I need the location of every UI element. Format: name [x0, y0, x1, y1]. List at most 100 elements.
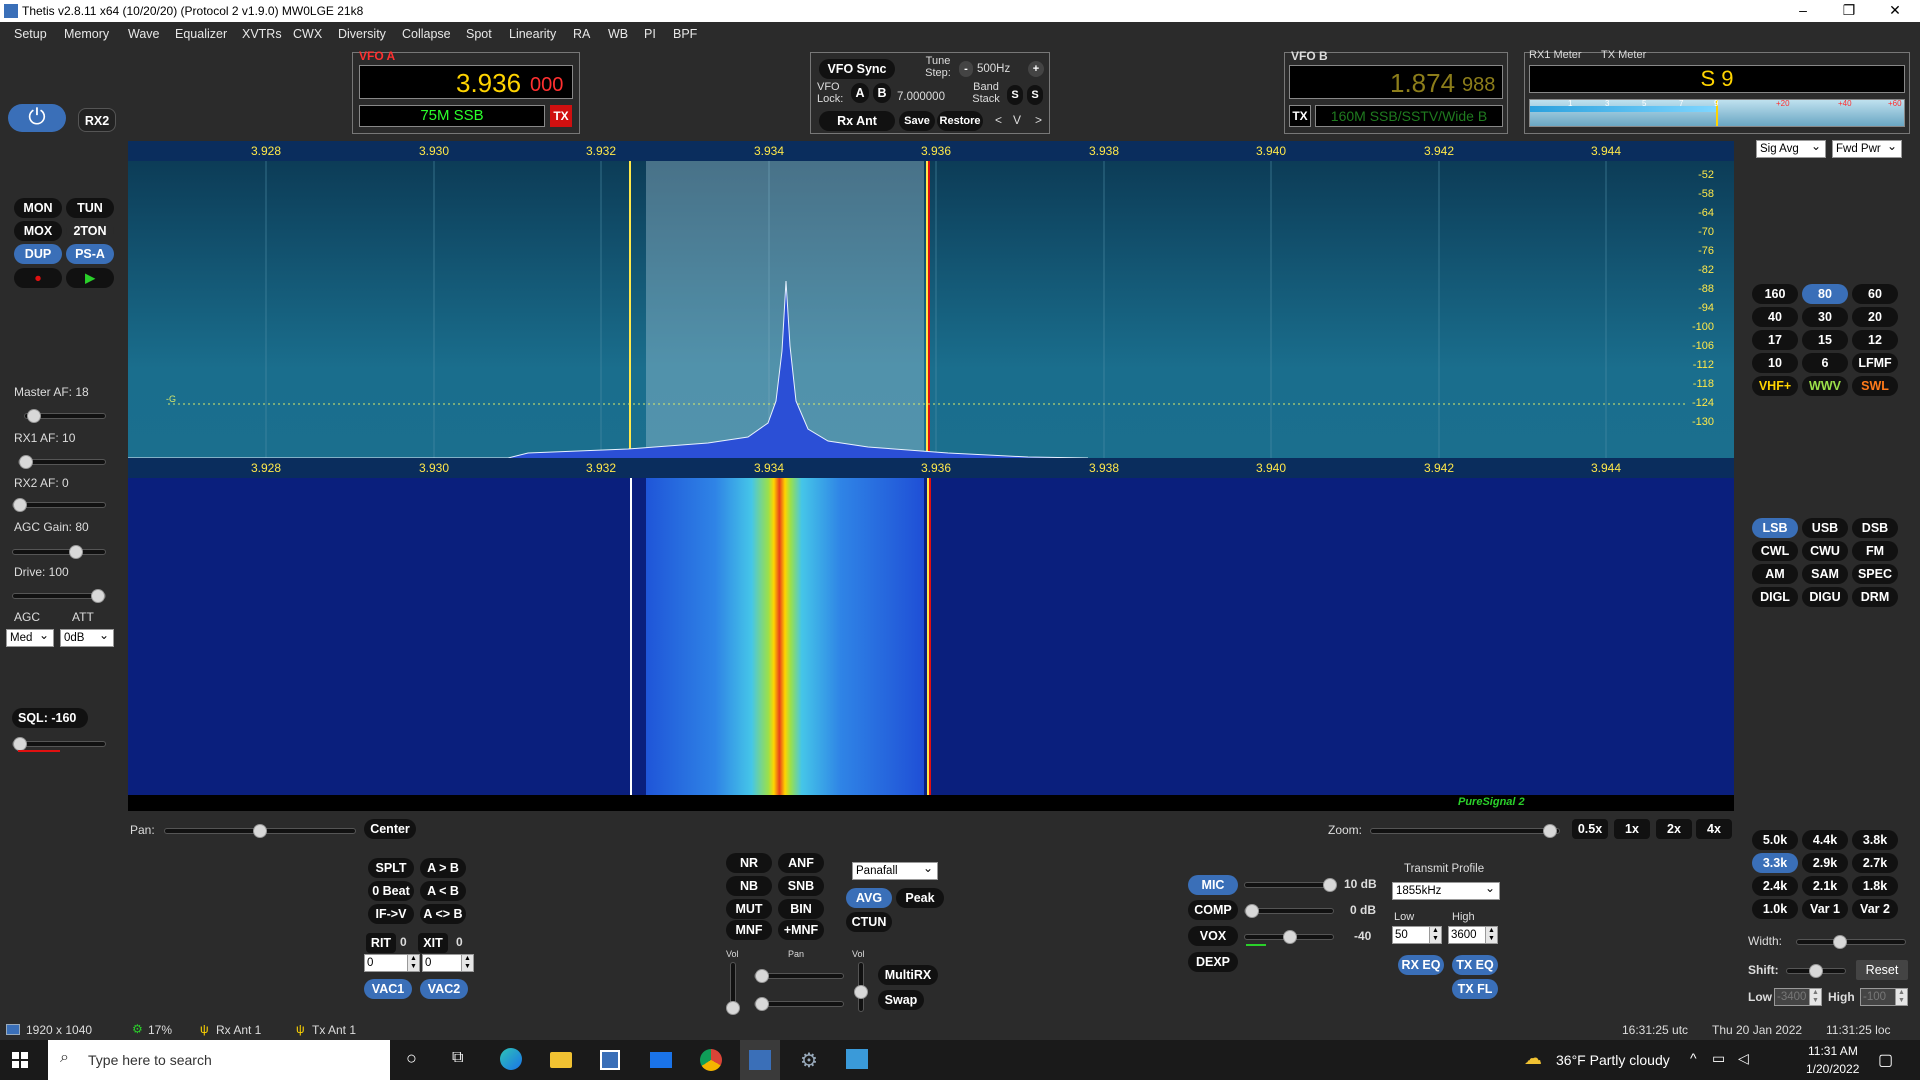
menu-equalizer[interactable]: Equalizer — [175, 27, 227, 41]
band-lfmf[interactable]: LFMF — [1852, 353, 1898, 373]
filter-reset-button[interactable]: Reset — [1856, 960, 1908, 980]
vox-button[interactable]: VOX — [1188, 926, 1238, 946]
if-to-v-button[interactable]: IF->V — [368, 904, 414, 924]
zoom-2x-button[interactable]: 2x — [1656, 819, 1692, 839]
mox-button[interactable]: MOX — [14, 221, 62, 241]
chrome-icon[interactable] — [700, 1049, 722, 1071]
band-160[interactable]: 160 — [1752, 284, 1798, 304]
filter-4-4k[interactable]: 4.4k — [1802, 830, 1848, 850]
rx2-vol-slider[interactable] — [854, 962, 868, 1012]
plus-mnf-button[interactable]: +MNF — [778, 920, 824, 940]
filter-shift-slider[interactable] — [1786, 964, 1846, 978]
zoom-1x-button[interactable]: 1x — [1614, 819, 1650, 839]
tx-antenna-status[interactable]: Tx Ant 1 — [312, 1023, 356, 1037]
mode-digl[interactable]: DIGL — [1752, 587, 1798, 607]
mode-spec[interactable]: SPEC — [1852, 564, 1898, 584]
split-button[interactable]: SPLT — [368, 858, 414, 878]
pan-slider[interactable] — [164, 824, 356, 838]
rx-antenna-status[interactable]: Rx Ant 1 — [216, 1023, 261, 1037]
taskbar-search-box[interactable]: ⌕ Type here to search — [48, 1040, 390, 1080]
close-button[interactable]: ✕ — [1872, 0, 1918, 22]
menu-memory[interactable]: Memory — [64, 27, 109, 41]
notifications-icon[interactable]: ▢ — [1878, 1050, 1893, 1070]
taskbar-time[interactable]: 11:31 AM — [1808, 1044, 1858, 1058]
band-40[interactable]: 40 — [1752, 307, 1798, 327]
rx1-pan-slider[interactable] — [754, 969, 844, 983]
band-12[interactable]: 12 — [1852, 330, 1898, 350]
agc-gain-slider[interactable] — [12, 545, 106, 559]
comp-slider[interactable] — [1244, 904, 1334, 918]
b-to-a-button[interactable]: A < B — [420, 881, 466, 901]
menu-wb[interactable]: WB — [608, 27, 628, 41]
tx-eq-button[interactable]: TX EQ — [1452, 955, 1498, 975]
vfo-b-display[interactable]: 1.874 988 — [1289, 65, 1503, 99]
sql-slider[interactable] — [12, 737, 106, 751]
swap-button[interactable]: Swap — [878, 990, 924, 1010]
filter-3-8k[interactable]: 3.8k — [1852, 830, 1898, 850]
photos-icon[interactable] — [846, 1049, 868, 1069]
zoom-4x-button[interactable]: 4x — [1696, 819, 1732, 839]
maximize-button[interactable]: ❐ — [1826, 0, 1872, 22]
menu-pi[interactable]: PI — [644, 27, 656, 41]
restore-button[interactable]: Restore — [937, 111, 983, 131]
band-stack-s1[interactable]: S — [1007, 85, 1023, 105]
band-stack-s2[interactable]: S — [1027, 85, 1043, 105]
band-20[interactable]: 20 — [1852, 307, 1898, 327]
peak-button[interactable]: Peak — [896, 888, 944, 908]
att-select[interactable]: 0dB — [60, 627, 114, 647]
vac2-button[interactable]: VAC2 — [420, 979, 468, 999]
power-button[interactable]: ⏻ — [8, 104, 66, 132]
bin-button[interactable]: BIN — [778, 899, 824, 919]
band-stack-list[interactable]: V — [1013, 113, 1021, 127]
vac1-button[interactable]: VAC1 — [364, 979, 412, 999]
record-button[interactable]: ● — [14, 268, 62, 288]
master-af-slider[interactable] — [24, 409, 106, 423]
menu-collapse[interactable]: Collapse — [402, 27, 451, 41]
comp-button[interactable]: COMP — [1188, 900, 1238, 920]
mut-button[interactable]: MUT — [726, 899, 772, 919]
mode-lsb[interactable]: LSB — [1752, 518, 1798, 538]
dup-button[interactable]: DUP — [14, 244, 62, 264]
rx-eq-button[interactable]: RX EQ — [1398, 955, 1444, 975]
menu-ra[interactable]: RA — [573, 27, 590, 41]
band-vhf[interactable]: VHF+ — [1752, 376, 1798, 396]
filter-low-input[interactable]: -3400 ▲ ▼ — [1774, 988, 1822, 1006]
nb-button[interactable]: NB — [726, 876, 772, 896]
volume-icon[interactable]: ◁ — [1738, 1050, 1749, 1067]
band-15[interactable]: 15 — [1802, 330, 1848, 350]
nr-button[interactable]: NR — [726, 853, 772, 873]
dexp-button[interactable]: DEXP — [1188, 952, 1238, 972]
tray-chevron-icon[interactable]: ^ — [1690, 1050, 1697, 1066]
zero-beat-button[interactable]: 0 Beat — [368, 881, 414, 901]
rx2-pan-slider[interactable] — [754, 997, 844, 1011]
weather-text[interactable]: 36°F Partly cloudy — [1556, 1052, 1670, 1068]
menu-bpf[interactable]: BPF — [673, 27, 697, 41]
filter-var1[interactable]: Var 1 — [1802, 899, 1848, 919]
band-6[interactable]: 6 — [1802, 353, 1848, 373]
mic-slider[interactable] — [1244, 878, 1337, 892]
band-60[interactable]: 60 — [1852, 284, 1898, 304]
mode-cwl[interactable]: CWL — [1752, 541, 1798, 561]
filter-5-0k[interactable]: 5.0k — [1752, 830, 1798, 850]
tools-icon[interactable]: ⚙ — [800, 1048, 818, 1073]
vfo-b-tx-button[interactable]: TX — [1289, 105, 1311, 127]
menu-wave[interactable]: Wave — [128, 27, 160, 41]
tun-button[interactable]: TUN — [66, 198, 114, 218]
zoom-slider[interactable] — [1370, 824, 1560, 838]
drive-slider[interactable] — [12, 589, 106, 603]
mode-am[interactable]: AM — [1752, 564, 1798, 584]
ctun-button[interactable]: CTUN — [846, 912, 892, 932]
task-view-icon[interactable]: ⧉ — [452, 1049, 463, 1067]
rx1-af-slider[interactable] — [18, 455, 106, 469]
vfo-sync-button[interactable]: VFO Sync — [819, 59, 895, 79]
vfo-lock-b[interactable]: B — [873, 83, 891, 103]
minimize-button[interactable]: – — [1780, 0, 1826, 22]
filter-2-7k[interactable]: 2.7k — [1852, 853, 1898, 873]
agc-select[interactable]: Med — [6, 627, 54, 647]
menu-spot[interactable]: Spot — [466, 27, 492, 41]
band-10[interactable]: 10 — [1752, 353, 1798, 373]
rx1-vol-slider[interactable] — [726, 962, 740, 1015]
menu-linearity[interactable]: Linearity — [509, 27, 556, 41]
filter-3-3k[interactable]: 3.3k — [1752, 853, 1798, 873]
band-30[interactable]: 30 — [1802, 307, 1848, 327]
